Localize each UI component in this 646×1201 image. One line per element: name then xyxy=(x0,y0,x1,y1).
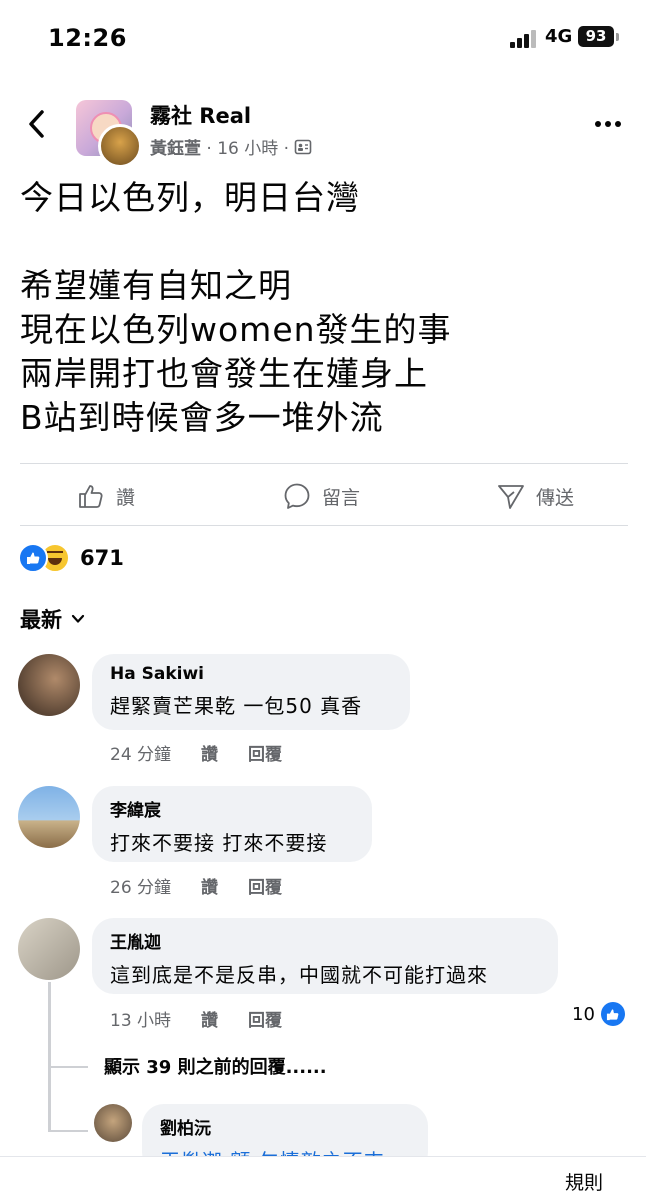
page-name[interactable]: 霧社 Real xyxy=(150,100,251,130)
rules-link[interactable]: 規則 xyxy=(565,1168,603,1195)
reaction-summary[interactable]: 671 xyxy=(18,543,124,573)
like-reaction-icon xyxy=(18,543,48,573)
reply-thread-branch xyxy=(48,1130,88,1132)
comment-text: 趕緊賣芒果乾 一包50 真香 xyxy=(110,694,363,718)
group-icon xyxy=(295,139,312,155)
bottom-bar xyxy=(0,1156,646,1201)
post-time: · 16 小時 · xyxy=(206,139,290,159)
thumbs-up-icon xyxy=(79,485,103,508)
comment-reply-button[interactable]: 回覆 xyxy=(248,740,282,765)
comment-like-button[interactable]: 讚 xyxy=(201,873,218,898)
comment-sort-dropdown[interactable]: 最新 xyxy=(20,604,86,634)
comment-bubble-icon xyxy=(284,483,310,509)
post-line: 今日以色列，明日台灣 xyxy=(20,178,360,217)
reaction-count: 671 xyxy=(80,546,124,570)
comment-like-count[interactable]: 10 xyxy=(572,1002,625,1026)
send-button[interactable]: 傳送 xyxy=(496,478,574,514)
comment-bubble: 李緯宸 打來不要接 打來不要接 xyxy=(92,786,372,862)
comment-like-button[interactable]: 讚 xyxy=(201,740,218,765)
author-name[interactable]: 黃鈺萱 xyxy=(150,139,201,159)
commenter-avatar[interactable] xyxy=(18,654,80,716)
battery-icon xyxy=(616,33,619,41)
like-button[interactable]: 讚 xyxy=(76,478,135,514)
send-label: 傳送 xyxy=(536,486,575,509)
cellular-signal-icon xyxy=(510,30,540,48)
comment-likes: 10 xyxy=(572,1003,595,1025)
comment-time: 24 分鐘 xyxy=(110,745,172,765)
replier-avatar[interactable] xyxy=(94,1104,132,1142)
comment-meta: 26 分鐘 讚 回覆 xyxy=(110,873,282,898)
reply-thread-branch xyxy=(48,1066,88,1068)
comment-reply-button[interactable]: 回覆 xyxy=(248,873,282,898)
comment-time: 13 小時 xyxy=(110,1011,172,1031)
comment-button[interactable]: 留言 xyxy=(282,478,360,514)
post-subtitle: 黃鈺萱 · 16 小時 · xyxy=(150,134,312,159)
sort-label: 最新 xyxy=(20,608,62,632)
post-line: 希望嬞有自知之明 xyxy=(20,266,292,305)
post-body: 今日以色列，明日台灣 希望嬞有自知之明 現在以色列women發生的事 兩岸開打也… xyxy=(20,176,630,440)
reply-thread-line xyxy=(48,982,51,1132)
comment-reply-button[interactable]: 回覆 xyxy=(248,1006,282,1031)
comment-meta: 13 小時 讚 回覆 xyxy=(110,1006,282,1031)
commenter-avatar[interactable] xyxy=(18,786,80,848)
replier-name[interactable]: 劉柏沅 xyxy=(160,1114,410,1139)
commenter-avatar[interactable] xyxy=(18,918,80,980)
divider xyxy=(20,525,628,526)
comment-bubble: Ha Sakiwi 趕緊賣芒果乾 一包50 真香 xyxy=(92,654,410,730)
post-line: 兩岸開打也會發生在嬞身上 xyxy=(20,354,428,393)
status-time: 12:26 xyxy=(48,24,127,52)
comment-bubble: 王胤迦 這到底是不是反串，中國就不可能打過來 xyxy=(92,918,558,994)
chevron-down-icon xyxy=(71,614,85,623)
comment-like-button[interactable]: 讚 xyxy=(201,1006,218,1031)
like-reaction-icon xyxy=(600,1002,625,1026)
like-label: 讚 xyxy=(116,486,136,509)
comment-meta: 24 分鐘 讚 回覆 xyxy=(110,740,282,765)
author-avatar[interactable] xyxy=(98,124,142,168)
commenter-name[interactable]: Ha Sakiwi xyxy=(110,664,392,684)
comment-text: 這到底是不是反串，中國就不可能打過來 xyxy=(110,963,488,987)
commenter-name[interactable]: 李緯宸 xyxy=(110,796,354,821)
commenter-name[interactable]: 王胤迦 xyxy=(110,928,540,953)
divider xyxy=(20,463,628,464)
post-line: B站到時候會多一堆外流 xyxy=(20,398,384,437)
comment-time: 26 分鐘 xyxy=(110,878,172,898)
network-type: 4G xyxy=(545,26,573,47)
more-options-icon[interactable] xyxy=(592,112,624,136)
send-icon xyxy=(498,485,524,509)
comment-text: 打來不要接 打來不要接 xyxy=(110,831,328,855)
comment-label: 留言 xyxy=(322,486,361,509)
view-previous-replies-link[interactable]: 顯示 39 則之前的回覆...... xyxy=(104,1053,327,1079)
post-line: 現在以色列women發生的事 xyxy=(20,310,452,349)
back-chevron-icon[interactable] xyxy=(24,106,52,142)
battery-level: 93 xyxy=(578,26,614,47)
